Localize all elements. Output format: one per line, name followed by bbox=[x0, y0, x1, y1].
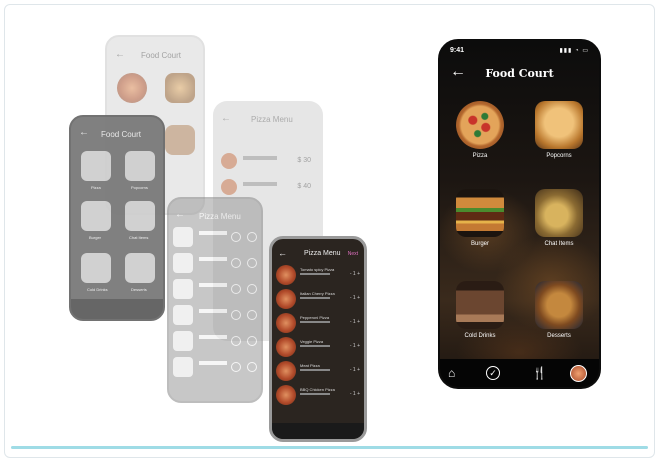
menu-row bbox=[173, 279, 259, 299]
ghost-food-court-wireframe: ← Food Court Pizza Popcorns Burger Chat … bbox=[69, 115, 165, 321]
status-icons: ▮▮▮ ◔ ▭ bbox=[559, 48, 589, 54]
category-chat-items[interactable]: Chat Items bbox=[529, 189, 589, 247]
tile-label: Desserts bbox=[131, 287, 147, 292]
drink-image bbox=[456, 281, 504, 329]
pizza-image bbox=[456, 101, 504, 149]
back-arrow-icon: ← bbox=[115, 49, 125, 60]
food-thumbnail bbox=[165, 125, 195, 155]
tile-label: Popcorns bbox=[131, 185, 148, 190]
ghost-title: Pizza Menu bbox=[251, 115, 293, 124]
burger-image bbox=[456, 189, 504, 237]
back-arrow-icon: ← bbox=[175, 209, 185, 220]
category-label: Pizza bbox=[472, 153, 488, 159]
menu-row: Veggie Pizza - 1 + bbox=[276, 337, 362, 357]
category-label: Popcorns bbox=[546, 153, 572, 159]
food-court-phone: 9:41 ▮▮▮ ◔ ▭ ← Food Court Pizza Popcorns… bbox=[438, 39, 601, 389]
home-icon[interactable]: ⌂ bbox=[448, 366, 455, 380]
menu-row: Tomato spicy Pizza - 1 + bbox=[276, 265, 362, 285]
presentation-frame: ← Food Court ← Pizza Menu $ 30 $ 40 ← Fo… bbox=[4, 4, 655, 458]
row-price: $ 40 bbox=[297, 183, 311, 190]
menu-row bbox=[173, 331, 259, 351]
menu-row bbox=[173, 305, 259, 325]
category-label: Chat Items bbox=[544, 241, 574, 247]
ghost-title: Food Court bbox=[101, 130, 142, 139]
category-pizza[interactable]: Pizza bbox=[450, 101, 510, 159]
ghost-title: Pizza Menu bbox=[199, 212, 241, 221]
row-name bbox=[243, 182, 277, 186]
tile-label: Chat Items bbox=[129, 235, 149, 240]
chat-image bbox=[535, 189, 583, 237]
category-burger[interactable]: Burger bbox=[450, 189, 510, 247]
menu-row: $ 40 bbox=[221, 179, 315, 197]
back-arrow-icon: ← bbox=[79, 127, 89, 138]
menu-row bbox=[173, 227, 259, 247]
status-time: 9:41 bbox=[450, 47, 465, 54]
menu-row bbox=[173, 253, 259, 273]
row-name bbox=[243, 156, 277, 160]
tile-placeholder bbox=[125, 201, 155, 231]
row-price: $ 30 bbox=[297, 157, 311, 164]
menu-row: $ 30 bbox=[221, 153, 315, 171]
tile-label: Pizza bbox=[91, 185, 101, 190]
popcorn-thumbnail bbox=[165, 73, 195, 103]
tile-label: Cold Drinks bbox=[87, 287, 108, 292]
category-label: Desserts bbox=[547, 333, 571, 339]
bottom-nav: ⌂ ✓ 🍴 bbox=[440, 359, 599, 387]
ghost-title: Pizza Menu bbox=[304, 250, 341, 257]
pizza-thumbnail bbox=[117, 73, 147, 103]
profile-avatar[interactable] bbox=[570, 365, 587, 382]
category-label: Cold Drinks bbox=[464, 333, 496, 339]
ghost-title: Food Court bbox=[141, 51, 182, 60]
tile-placeholder bbox=[81, 253, 111, 283]
tile-placeholder bbox=[125, 253, 155, 283]
back-arrow-icon: ← bbox=[221, 113, 231, 124]
tile-label: Burger bbox=[89, 235, 102, 240]
tile-placeholder bbox=[81, 151, 111, 181]
ghost-nav-bar bbox=[71, 299, 163, 319]
check-circle-icon[interactable]: ✓ bbox=[486, 366, 500, 380]
bottom-accent-line bbox=[11, 446, 648, 449]
popcorn-image bbox=[535, 101, 583, 149]
tile-placeholder bbox=[81, 201, 111, 231]
dessert-image bbox=[535, 281, 583, 329]
fork-knife-icon[interactable]: 🍴 bbox=[532, 366, 547, 380]
pizza-thumbnail bbox=[221, 153, 237, 169]
page-title: Food Court bbox=[485, 67, 554, 80]
pizza-thumbnail bbox=[221, 179, 237, 195]
tile-placeholder bbox=[125, 151, 155, 181]
ghost-nav-bar bbox=[272, 423, 364, 439]
category-label: Burger bbox=[470, 241, 489, 247]
ghost-pizza-menu-dark: ← Pizza Menu Next Tomato spicy Pizza - 1 … bbox=[269, 236, 367, 442]
next-link: Next bbox=[347, 251, 358, 257]
menu-row: Italian Cherry Pizza - 1 + bbox=[276, 289, 362, 309]
category-desserts[interactable]: Desserts bbox=[529, 281, 589, 339]
category-popcorns[interactable]: Popcorns bbox=[529, 101, 589, 159]
menu-row: Pepperoni Pizza - 1 + bbox=[276, 313, 362, 333]
category-cold-drinks[interactable]: Cold Drinks bbox=[450, 281, 510, 339]
menu-row: Meat Pizza - 1 + bbox=[276, 361, 362, 381]
back-arrow-icon: ← bbox=[278, 248, 287, 258]
menu-row: BBQ Chicken Pizza - 1 + bbox=[276, 385, 362, 405]
ghost-pizza-menu-wireframe: ← Pizza Menu bbox=[167, 197, 263, 403]
menu-row bbox=[173, 357, 259, 377]
